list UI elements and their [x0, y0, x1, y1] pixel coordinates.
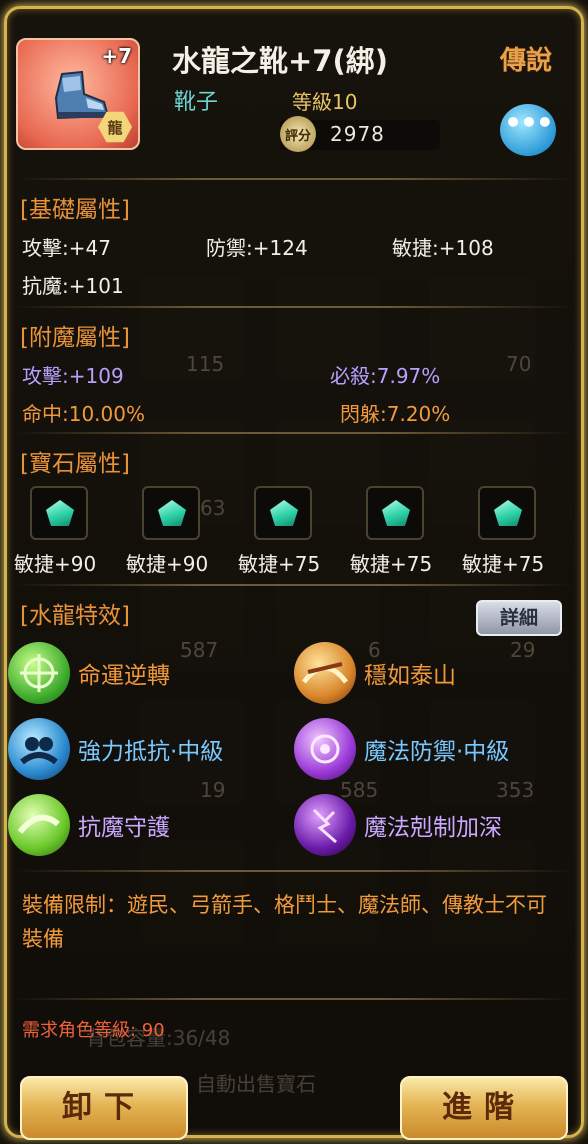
gem-label: 敏捷+75 — [462, 552, 545, 576]
base-stat-defense: 防禦:+124 — [206, 236, 308, 260]
enchant-attributes-title: [附魔屬性] — [20, 325, 130, 351]
magic-guard-icon[interactable] — [8, 794, 70, 856]
gem-slot[interactable] — [366, 486, 424, 540]
rarity-label: 傳說 — [500, 46, 553, 76]
item-icon[interactable]: +7 龍 — [16, 38, 140, 150]
inventory-slot-count: 70 — [506, 352, 532, 376]
special-effects-title: [水龍特效] — [20, 603, 130, 629]
equip-restriction: 裝備限制：遊民、弓箭手、格鬥士、魔法師、傳教士不可裝備 — [22, 893, 547, 951]
base-attributes-title: [基礎屬性] — [20, 197, 130, 223]
inventory-slot-count: 29 — [510, 638, 536, 662]
gem-slot[interactable] — [478, 486, 536, 540]
inventory-slot-count: 115 — [186, 352, 225, 376]
divider — [14, 306, 574, 308]
inventory-slot-count: 19 — [200, 778, 226, 802]
effect-fate-reversal: 命運逆轉 — [78, 663, 170, 689]
details-button[interactable]: 詳細 — [476, 600, 562, 636]
enchant-stat-attack: 攻擊:+109 — [22, 364, 124, 388]
gem-label: 敏捷+75 — [238, 552, 321, 576]
gem-slot[interactable] — [30, 486, 88, 540]
gem-icon — [46, 500, 74, 526]
inventory-slot-count: 63 — [200, 496, 226, 520]
score-icon: 評分 — [280, 116, 316, 152]
item-level: 等級10 — [292, 90, 358, 114]
enchant-stat-dodge: 閃躲:7.20% — [340, 402, 451, 426]
gem-label: 敏捷+75 — [350, 552, 433, 576]
auto-sell-gems: 自動出售寶石 — [196, 1072, 316, 1096]
boot-icon — [54, 70, 110, 120]
divider — [14, 432, 574, 434]
inventory-slot-count: 587 — [180, 638, 219, 662]
base-stat-attack: 攻擊:+47 — [22, 236, 111, 260]
required-level: 需求角色等級: 90 — [22, 1020, 165, 1041]
item-score: 2978 — [330, 122, 385, 146]
enhance-level-badge: +7 — [101, 44, 132, 68]
item-name: 水龍之靴+7(綁) — [172, 44, 388, 78]
enchant-stat-critical: 必殺:7.97% — [330, 364, 441, 388]
enchant-stat-hit: 命中:10.00% — [22, 402, 145, 426]
gem-label: 敏捷+90 — [126, 552, 209, 576]
magic-defense-icon[interactable] — [294, 718, 356, 780]
more-options-button[interactable]: ••• — [500, 104, 556, 156]
divider — [14, 584, 574, 586]
item-type: 靴子 — [174, 90, 219, 115]
gem-icon — [382, 500, 410, 526]
base-stat-agility: 敏捷:+108 — [392, 236, 494, 260]
effect-magic-counter: 魔法剋制加深 — [364, 815, 502, 841]
unequip-button[interactable]: 卸下 — [20, 1076, 188, 1140]
fate-reversal-icon[interactable] — [8, 642, 70, 704]
magic-counter-icon[interactable] — [294, 794, 356, 856]
advance-button[interactable]: 進階 — [400, 1076, 568, 1140]
gem-attributes-title: [寶石屬性] — [20, 451, 130, 477]
effect-steady-mountain: 穩如泰山 — [364, 663, 456, 689]
effect-magic-defense: 魔法防禦·中級 — [364, 739, 510, 765]
effect-magic-guard: 抗魔守護 — [78, 815, 170, 841]
gem-icon — [158, 500, 186, 526]
divider — [14, 998, 574, 1000]
base-stat-magic-resist: 抗魔:+101 — [22, 274, 124, 298]
inventory-slot-count: 353 — [496, 778, 535, 802]
gem-label: 敏捷+90 — [14, 552, 97, 576]
gem-icon — [270, 500, 298, 526]
divider — [14, 178, 574, 180]
gem-icon — [494, 500, 522, 526]
effect-strong-resist: 強力抵抗·中級 — [78, 739, 224, 765]
strong-resist-icon[interactable] — [8, 718, 70, 780]
steady-mountain-icon[interactable] — [294, 642, 356, 704]
gem-slot[interactable] — [254, 486, 312, 540]
gem-slot[interactable] — [142, 486, 200, 540]
divider — [14, 870, 574, 872]
